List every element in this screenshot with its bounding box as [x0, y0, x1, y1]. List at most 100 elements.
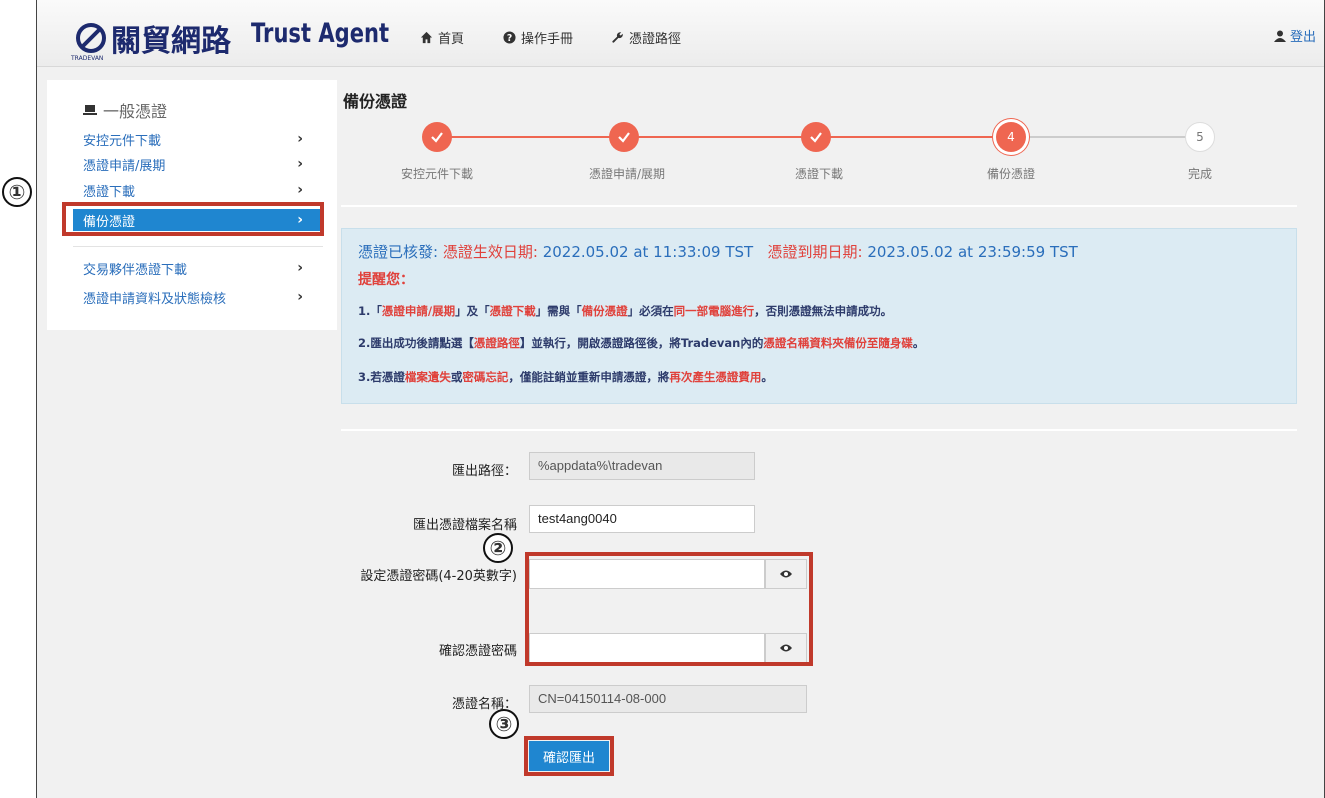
- header: TRADEVAN 關貿網路 Trust Agent 首頁 ? 操作手冊 憑證路徑…: [37, 0, 1324, 67]
- sidebar-item-label: 憑證申請資料及狀態檢核: [83, 291, 227, 307]
- note-text: 】並執行，開啟憑證路徑後，將Tradevan內的: [519, 336, 764, 350]
- password-label: 設定憑證密碼(4-20英數字): [360, 569, 517, 584]
- step-line-todo: [1011, 136, 1201, 138]
- divider: [341, 205, 1297, 207]
- end-date-value: 2023.05.02 at 23:59:59 TST: [867, 243, 1078, 261]
- sidebar-item-cert-download[interactable]: 憑證下載 ›: [83, 179, 323, 201]
- note-text: ，否則憑證無法申請成功。: [754, 304, 893, 318]
- sidebar-item-cert-apply[interactable]: 憑證申請/展期 ›: [83, 153, 323, 175]
- annotation-marker-1: ①: [2, 177, 32, 207]
- step-4-label: 備份憑證: [986, 167, 1036, 181]
- remind-title: 提醒您：: [358, 272, 414, 288]
- logo-mark-icon: [76, 23, 106, 53]
- sidebar-title-label: 一般憑證: [103, 102, 168, 121]
- note-highlight: 備份憑證: [581, 304, 628, 318]
- step-1-label: 安控元件下載: [400, 167, 474, 181]
- sidebar-title: 一般憑證: [83, 98, 167, 122]
- sidebar-item-partner-download[interactable]: 交易夥伴憑證下載 ›: [83, 257, 323, 279]
- user-icon: [1273, 30, 1286, 42]
- svg-text:?: ?: [507, 33, 512, 44]
- logo-english: Trust Agent: [251, 18, 390, 49]
- note-text: 。: [912, 336, 925, 350]
- cert-name-label: 憑證名稱：: [451, 697, 517, 712]
- step-1-circle: [422, 122, 452, 152]
- chevron-right-icon: ›: [297, 131, 303, 147]
- step-2-circle: [609, 122, 639, 152]
- note-highlight: 憑證路徑: [473, 336, 520, 350]
- step-3-label: 憑證下載: [794, 167, 844, 181]
- check-icon: [810, 132, 822, 143]
- note-1: 1.「憑證申請/展期」及「憑證下載」需與「備份憑證」必須在同一部電腦進行，否則憑…: [358, 303, 892, 319]
- nav-cert-path-label: 憑證路徑: [629, 32, 682, 47]
- page-title: 備份憑證: [343, 92, 408, 111]
- logo-chinese: 關貿網路: [111, 24, 231, 59]
- home-icon: [420, 31, 433, 44]
- check-icon: [431, 132, 443, 143]
- logout-link[interactable]: 登出: [1273, 26, 1316, 45]
- note-highlight: 檔案遺失: [404, 370, 451, 384]
- note-text: 2.匯出成功後請點選【: [358, 336, 474, 350]
- step-4-circle: 4: [996, 122, 1026, 152]
- logout-label: 登出: [1289, 30, 1316, 45]
- info-panel: 憑證已核發: 憑證生效日期: 2022.05.02 at 11:33:09 TS…: [341, 228, 1297, 404]
- chevron-right-icon: ›: [297, 260, 303, 276]
- note-text: ，僅能註銷並重新申請憑證，將: [508, 370, 670, 384]
- note-highlight: 同一部電腦進行: [673, 304, 755, 318]
- nav-home-label: 首頁: [438, 32, 465, 47]
- note-highlight: 密碼忘記: [462, 370, 509, 384]
- note-3: 3.若憑證檔案遺失或密碼忘記，僅能註銷並重新申請憑證，將再次產生憑證費用。: [358, 369, 773, 385]
- note-text: 1.「: [358, 304, 382, 318]
- issued-line: 憑證已核發: 憑證生效日期: 2022.05.02 at 11:33:09 TS…: [358, 241, 1078, 262]
- chevron-right-icon: ›: [297, 289, 303, 305]
- export-path-field: %appdata%\tradevan: [529, 452, 755, 480]
- divider: [341, 429, 1297, 431]
- sidebar-item-label: 憑證申請/展期: [83, 158, 166, 174]
- nav-manual-label: 操作手冊: [521, 32, 574, 47]
- nav-manual[interactable]: ? 操作手冊: [503, 28, 573, 47]
- step-5-circle: 5: [1185, 122, 1215, 152]
- note-2: 2.匯出成功後請點選【憑證路徑】並執行，開啟憑證路徑後，將Tradevan內的憑…: [358, 335, 924, 351]
- sidebar-item-label: 交易夥伴憑證下載: [83, 262, 188, 278]
- note-text: 。: [761, 370, 773, 384]
- question-circle-icon: ?: [503, 31, 516, 44]
- start-date-label: 憑證生效日期:: [442, 243, 538, 261]
- note-text: 或: [450, 370, 463, 384]
- note-text: 3.若憑證: [358, 370, 405, 384]
- sidebar-item-label: 憑證下載: [83, 184, 136, 200]
- app-frame: TRADEVAN 關貿網路 Trust Agent 首頁 ? 操作手冊 憑證路徑…: [36, 0, 1325, 798]
- note-highlight: 憑證下載: [489, 304, 536, 318]
- end-date-label: 憑證到期日期:: [767, 243, 863, 261]
- note-text: 」需與「: [535, 304, 582, 318]
- note-highlight: 再次產生憑證費用: [669, 370, 762, 384]
- sidebar-item-security-download[interactable]: 安控元件下載 ›: [83, 128, 323, 150]
- laptop-icon: [83, 105, 97, 115]
- issued-label: 憑證已核發:: [358, 243, 439, 261]
- cert-name-field: CN=04150114-08-000: [529, 685, 807, 713]
- file-name-input[interactable]: test4ang0040: [529, 505, 755, 533]
- highlight-box-submit: [524, 736, 614, 776]
- step-3-circle: [801, 122, 831, 152]
- step-line-done: [437, 136, 996, 138]
- nav-home[interactable]: 首頁: [420, 28, 464, 47]
- export-path-label: 匯出路徑：: [451, 464, 517, 479]
- note-highlight: 憑證名稱資料夾備份至隨身碟: [763, 336, 913, 350]
- annotation-marker-2: ②: [483, 533, 513, 563]
- note-text: 」必須在: [627, 304, 674, 318]
- step-2-label: 憑證申請/展期: [588, 167, 666, 181]
- confirm-password-label: 確認憑證密碼: [438, 644, 517, 659]
- sidebar-item-label: 安控元件下載: [83, 133, 162, 149]
- chevron-right-icon: ›: [297, 156, 303, 172]
- nav-cert-path[interactable]: 憑證路徑: [611, 28, 681, 47]
- note-text: 」及「: [455, 304, 490, 318]
- logo-subtext: TRADEVAN: [71, 55, 104, 62]
- annotation-marker-3: ③: [489, 709, 519, 739]
- highlight-box-password: [525, 552, 813, 666]
- wrench-icon: [612, 32, 623, 43]
- step-5-label: 完成: [1187, 167, 1213, 181]
- note-highlight: 憑證申請/展期: [381, 304, 456, 318]
- start-date-value: 2022.05.02 at 11:33:09 TST: [542, 243, 754, 261]
- highlight-box-sidebar: [62, 202, 324, 236]
- sidebar-item-status-check[interactable]: 憑證申請資料及狀態檢核 ›: [83, 286, 323, 308]
- chevron-right-icon: ›: [297, 182, 303, 198]
- sidebar-divider: [73, 246, 323, 247]
